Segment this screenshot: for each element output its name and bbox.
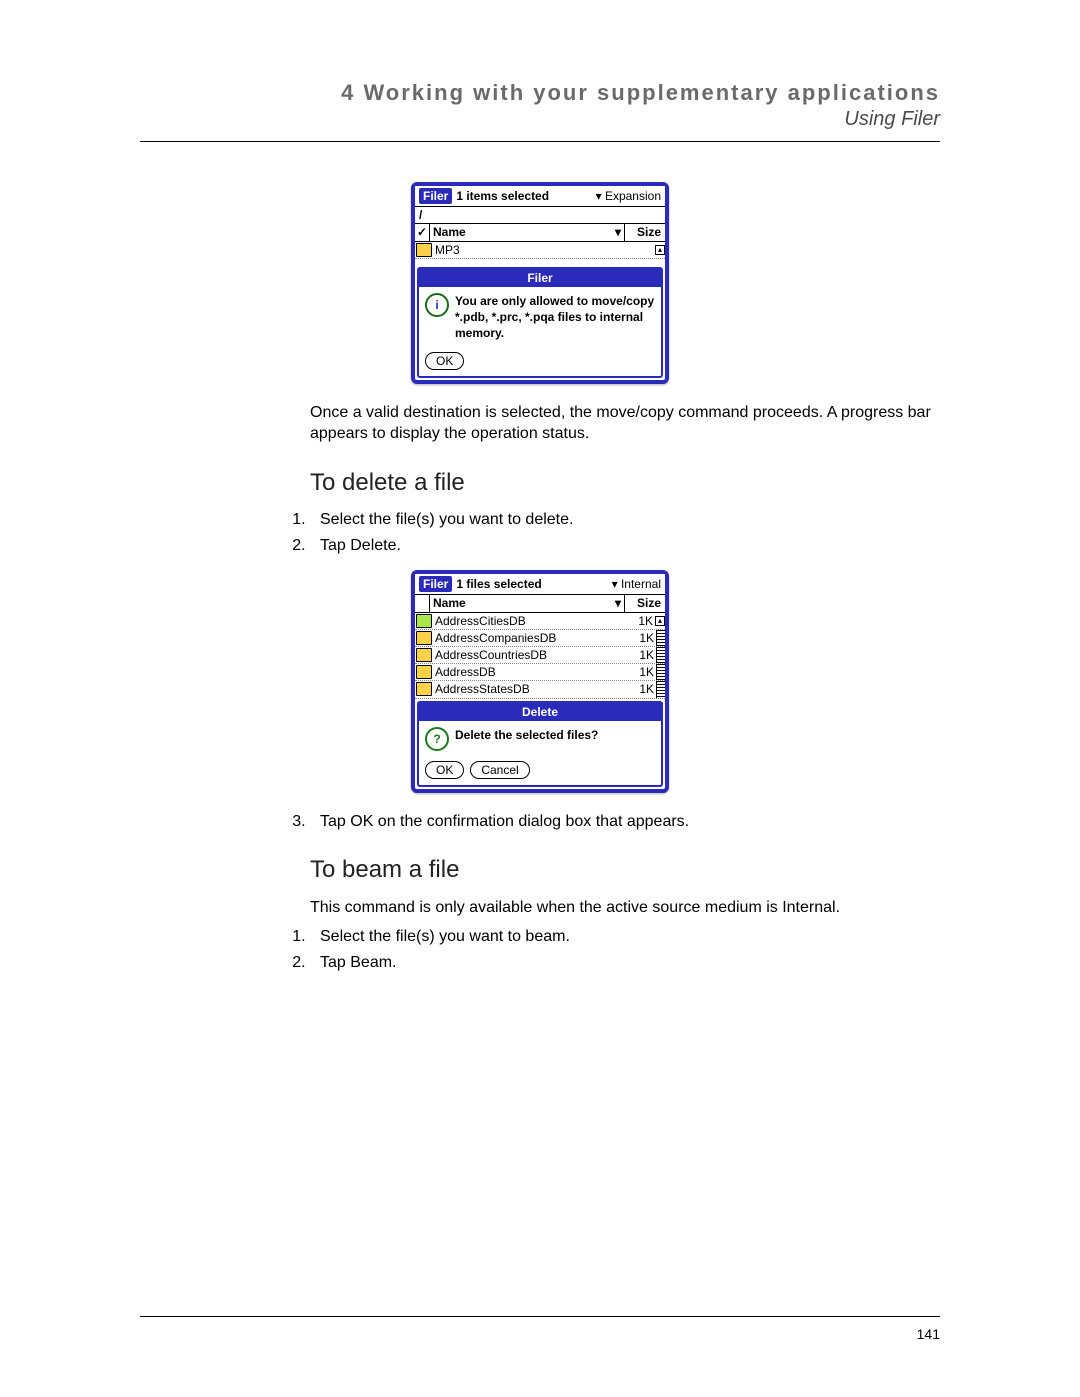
checkbox-header[interactable] xyxy=(415,595,430,611)
list-item[interactable]: AddressCompaniesDB 1K xyxy=(415,630,665,647)
file-icon xyxy=(416,648,432,662)
step-item: Tap Beam. xyxy=(310,952,940,974)
selection-status: 1 items selected xyxy=(456,188,549,204)
screenshot-filer-delete: Filer 1 files selected Internal Name ▾ S… xyxy=(411,570,669,793)
step-item: Select the file(s) you want to beam. xyxy=(310,926,940,948)
app-badge: Filer xyxy=(419,188,452,204)
info-icon: i xyxy=(425,293,449,317)
list-item[interactable]: AddressDB 1K xyxy=(415,664,665,681)
file-icon xyxy=(416,614,432,628)
list-item[interactable]: AddressCitiesDB 1K ▴ xyxy=(415,613,665,630)
chapter-title: 4 Working with your supplementary applic… xyxy=(140,80,940,106)
column-size[interactable]: Size xyxy=(624,224,665,240)
dialog-message: You are only allowed to move/copy *.pdb,… xyxy=(455,293,655,342)
list-item-size: 1K xyxy=(624,647,656,663)
file-icon xyxy=(416,631,432,645)
list-item-label: AddressCitiesDB xyxy=(435,613,623,629)
list-item[interactable]: MP3 ▴ xyxy=(415,242,665,259)
list-item-size: 1K xyxy=(623,613,655,629)
dialog-message: Delete the selected files? xyxy=(455,727,598,751)
checkbox-header[interactable]: ✓ xyxy=(415,224,430,240)
list-item-label: MP3 xyxy=(435,242,623,258)
location-dropdown[interactable]: Expansion xyxy=(596,188,661,204)
dialog-title: Delete xyxy=(419,703,661,721)
list-item[interactable]: AddressCountriesDB 1K xyxy=(415,647,665,664)
question-icon: ? xyxy=(425,727,449,751)
location-dropdown[interactable]: Internal xyxy=(612,576,661,592)
paragraph: Once a valid destination is selected, th… xyxy=(310,402,940,445)
scrollbar[interactable] xyxy=(656,681,665,697)
sort-indicator-icon: ▾ xyxy=(612,224,624,240)
step-item: Tap Delete. xyxy=(310,535,940,557)
ok-button[interactable]: OK xyxy=(425,352,464,370)
list-item-size: 1K xyxy=(624,630,656,646)
step-item: Tap OK on the confirmation dialog box th… xyxy=(310,811,940,833)
heading-delete: To delete a file xyxy=(310,467,940,499)
current-path: / xyxy=(415,207,665,224)
column-name[interactable]: Name xyxy=(430,595,612,611)
ok-button[interactable]: OK xyxy=(425,761,464,779)
heading-beam: To beam a file xyxy=(310,854,940,886)
paragraph: This command is only available when the … xyxy=(310,897,940,919)
dialog-title: Filer xyxy=(419,269,661,287)
scrollbar[interactable] xyxy=(656,664,665,680)
list-item-size: 1K xyxy=(624,664,656,680)
page-number: 141 xyxy=(917,1326,940,1342)
column-size[interactable]: Size xyxy=(624,595,665,611)
file-icon xyxy=(416,665,432,679)
list-item-label: AddressDB xyxy=(435,664,624,680)
section-title: Using Filer xyxy=(140,108,940,131)
scroll-up-icon[interactable]: ▴ xyxy=(655,245,665,255)
scrollbar[interactable] xyxy=(656,630,665,646)
scroll-up-icon[interactable]: ▴ xyxy=(655,616,665,626)
selection-status: 1 files selected xyxy=(456,576,541,592)
sort-indicator-icon: ▾ xyxy=(612,595,624,611)
file-icon xyxy=(416,682,432,696)
list-item[interactable]: AddressStatesDB 1K xyxy=(415,681,665,698)
list-item-label: AddressCompaniesDB xyxy=(435,630,624,646)
list-item-label: AddressStatesDB xyxy=(435,681,624,697)
header-rule xyxy=(140,141,940,142)
step-item: Select the file(s) you want to delete. xyxy=(310,509,940,531)
app-badge: Filer xyxy=(419,576,452,592)
folder-icon xyxy=(416,243,432,257)
scrollbar[interactable] xyxy=(656,647,665,663)
screenshot-filer-move: Filer 1 items selected Expansion / ✓ Nam… xyxy=(411,182,669,384)
info-dialog: Filer i You are only allowed to move/cop… xyxy=(417,267,663,378)
footer-rule xyxy=(140,1316,940,1317)
list-item-label: AddressCountriesDB xyxy=(435,647,624,663)
cancel-button[interactable]: Cancel xyxy=(470,761,529,779)
column-name[interactable]: Name xyxy=(430,224,612,240)
confirm-dialog: Delete ? Delete the selected files? OK C… xyxy=(417,701,663,787)
list-item-size: 1K xyxy=(624,681,656,697)
